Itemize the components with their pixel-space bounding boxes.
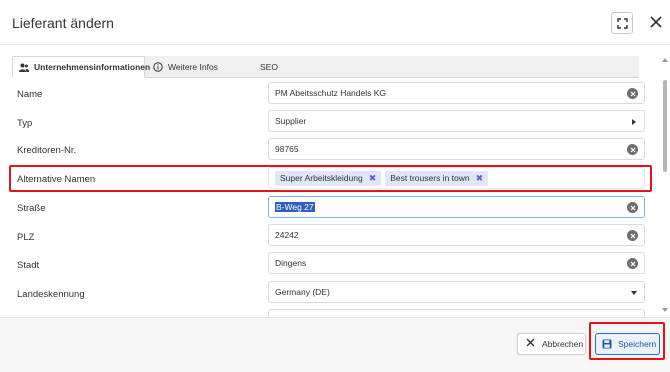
plz-value: 24242 [275,230,299,240]
chevron-down-icon [631,291,637,295]
clear-icon[interactable] [627,202,638,213]
stadt-label: Stadt [17,260,40,271]
plz-field[interactable]: 24242 [268,224,645,246]
cancel-label: Abbrechen [542,339,584,349]
info-icon [153,62,163,72]
tab-bar: Unternehmensinformationen Weitere Infos … [12,56,639,78]
scroll-thumb[interactable] [663,80,667,172]
tab-label: Weitere Infos [168,62,218,72]
typ-value: Supplier [275,116,307,126]
clear-icon[interactable] [627,88,638,99]
tab-label: SEO [260,62,278,72]
users-icon [19,63,29,72]
kreditoren-value: 98765 [275,144,299,154]
stadt-value: Dingens [275,258,307,268]
highlight-box [589,322,665,360]
close-button[interactable] [648,14,664,30]
name-field[interactable]: PM Abeitsschutz Handels KG [268,82,645,104]
plz-label: PLZ [17,232,35,243]
expand-icon [617,18,628,29]
dialog-header: Lieferant ändern [0,0,670,45]
dialog-footer: Abbrechen Speichern [0,317,670,372]
name-value: PM Abeitsschutz Handels KG [275,88,387,98]
strasse-value: B-Weg 27 [275,202,315,212]
scroll-down-icon[interactable] [662,308,668,312]
tab-weitere-infos[interactable]: Weitere Infos [153,56,248,78]
cancel-button[interactable]: Abbrechen [517,333,586,355]
close-icon [650,16,662,28]
clear-icon[interactable] [627,258,638,269]
clear-icon[interactable] [627,230,638,241]
landeskennung-label: Landeskennung [17,289,85,300]
name-label: Name [17,89,43,100]
scroll-up-icon[interactable] [662,58,668,62]
scrollbar[interactable] [662,58,668,314]
typ-select[interactable]: Supplier [268,110,645,132]
tab-unternehmensinformationen[interactable]: Unternehmensinformationen [12,56,150,78]
kreditoren-field[interactable]: 98765 [268,138,645,160]
chevron-right-icon [632,119,636,125]
highlight-box [9,165,652,192]
landeskennung-select[interactable]: Germany (DE) [268,281,645,303]
dialog-title: Lieferant ändern [12,15,114,31]
tab-seo[interactable]: SEO [260,56,290,78]
next-field[interactable] [268,309,645,317]
typ-label: Typ [17,118,33,129]
fullscreen-button[interactable] [611,12,633,34]
strasse-label: Straße [17,203,46,214]
kreditoren-label: Kreditoren-Nr. [17,145,77,156]
clear-icon[interactable] [627,144,638,155]
tab-label: Unternehmensinformationen [34,62,151,72]
landeskennung-value: Germany (DE) [275,287,330,297]
close-icon [526,338,535,350]
strasse-field[interactable]: B-Weg 27 [268,196,645,218]
stadt-field[interactable]: Dingens [268,252,645,274]
